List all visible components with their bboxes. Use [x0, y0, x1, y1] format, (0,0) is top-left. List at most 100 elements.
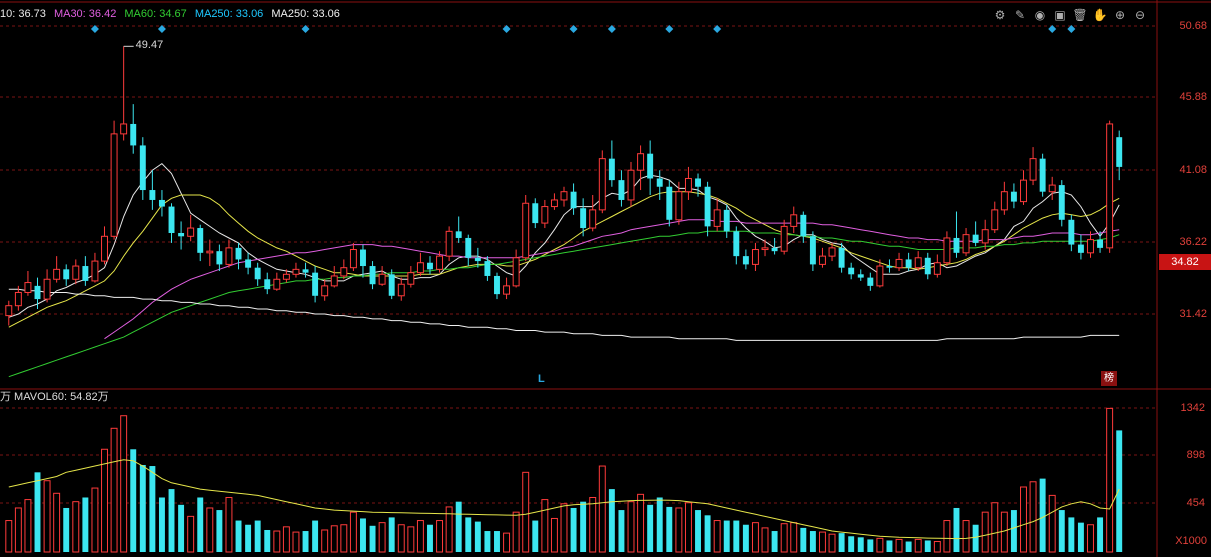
- volume-bar-up: [522, 471, 530, 553]
- volume-bar-down: [886, 540, 893, 552]
- volume-bar-up: [407, 526, 415, 553]
- volume-bar-down: [82, 497, 89, 552]
- minus-icon[interactable]: ⊖: [1131, 7, 1149, 23]
- candle-up: [550, 199, 558, 208]
- candles: [5, 46, 1123, 326]
- candle-up: [751, 249, 759, 265]
- candle-up: [349, 249, 357, 269]
- volume-bar-down: [474, 521, 481, 552]
- volume-bar-down: [455, 501, 462, 552]
- stock-chart[interactable]: [0, 0, 1211, 557]
- volume-bar-down: [264, 529, 271, 552]
- candle-up: [522, 202, 530, 259]
- volume-bar-down: [733, 520, 740, 552]
- volume-bar-down: [235, 520, 242, 552]
- candle-down: [168, 206, 175, 233]
- candle-down: [245, 259, 252, 268]
- volume-bar-down: [867, 539, 874, 552]
- volume-bar-up: [828, 533, 836, 553]
- volume-bar-down: [848, 536, 855, 552]
- volume-bar-down: [63, 507, 70, 552]
- pencil-icon[interactable]: ✎: [1011, 7, 1029, 23]
- candle-down: [178, 233, 185, 237]
- volume-legend: 万 MAVOL60: 54.82万: [0, 391, 109, 403]
- volume-bar-up: [1000, 511, 1008, 553]
- price-axis-label: 36.22: [1179, 236, 1207, 248]
- volume-bar-down: [178, 504, 185, 552]
- ma5-line: [8, 162, 1120, 318]
- settings-icon[interactable]: ⚙: [991, 7, 1009, 23]
- volume-bar-down: [484, 531, 491, 552]
- volume-bar-up: [349, 511, 357, 553]
- volume-bar-up: [1020, 486, 1027, 553]
- volume-bar-up: [1048, 494, 1056, 553]
- candle-down: [494, 275, 500, 295]
- volume-bar-down: [1068, 517, 1075, 552]
- event-badge[interactable]: 榜: [1101, 371, 1117, 386]
- volume-bar-up: [273, 530, 281, 553]
- hand-icon[interactable]: ✋: [1091, 7, 1109, 23]
- candle-down: [63, 269, 70, 280]
- candle-down: [455, 231, 462, 238]
- volume-bar-up: [1087, 524, 1094, 553]
- volume-bar-down: [34, 472, 41, 552]
- price-axis-label: 31.42: [1179, 308, 1207, 320]
- candle-up: [91, 260, 99, 282]
- candle-up: [340, 267, 348, 277]
- trash-icon[interactable]: 🗑: [1071, 7, 1089, 23]
- candle-up: [914, 257, 922, 269]
- volume-bar-down: [742, 524, 749, 552]
- candle-up: [187, 227, 195, 237]
- candle-down: [800, 214, 807, 237]
- candle-down: [886, 266, 893, 268]
- candle-down: [666, 186, 673, 220]
- candle-down: [254, 267, 261, 280]
- candle-up: [416, 262, 424, 274]
- volume-bar-down: [197, 497, 204, 552]
- candle-down: [235, 247, 242, 260]
- candle-down: [82, 266, 89, 281]
- candle-down: [1058, 185, 1065, 220]
- ma-legend-item-2: MA30: 36.42: [53, 8, 117, 20]
- volume-bar-up: [503, 532, 511, 553]
- candle-up: [1020, 179, 1027, 203]
- volume-bar-down: [302, 531, 309, 552]
- archive-icon[interactable]: ▣: [1051, 7, 1069, 23]
- candle-up: [5, 305, 13, 317]
- candle-up: [1029, 158, 1037, 181]
- candle-up: [282, 273, 290, 280]
- volume-bar-up: [943, 520, 951, 553]
- volume-bar-up: [684, 502, 692, 553]
- candle-up: [24, 282, 32, 293]
- candle-up: [933, 262, 941, 275]
- volume-bar-down: [1058, 510, 1065, 552]
- marker-l[interactable]: L: [538, 373, 545, 385]
- candle-down: [1010, 191, 1017, 202]
- candle-down: [924, 257, 931, 275]
- candle-down: [972, 234, 979, 243]
- volume-bar-up: [292, 531, 300, 553]
- volume-bar-up: [713, 520, 721, 553]
- candle-up: [512, 257, 520, 287]
- candle-up: [206, 250, 214, 254]
- eye-icon[interactable]: ◉: [1031, 7, 1049, 23]
- volume-bar-down: [149, 466, 156, 552]
- volume-bar-up: [751, 522, 759, 553]
- volume-bar-down: [647, 504, 654, 552]
- volume-bar-up: [187, 515, 195, 553]
- candle-up: [225, 247, 233, 265]
- plus-icon[interactable]: ⊕: [1111, 7, 1129, 23]
- volume-bar-up: [550, 517, 558, 553]
- candle-down: [848, 267, 855, 275]
- volume-bar-down: [1077, 522, 1084, 552]
- candle-down: [312, 272, 319, 296]
- volume-bar-up: [818, 531, 826, 553]
- volume-bar-up: [895, 538, 903, 553]
- candle-up: [895, 258, 903, 269]
- volume-bar-up: [330, 525, 338, 553]
- volume-bar-down: [245, 524, 252, 552]
- volume-bar-down: [704, 515, 711, 552]
- candle-down: [302, 269, 309, 273]
- volume-bar-up: [14, 507, 22, 553]
- volume-bar-down: [1010, 510, 1017, 552]
